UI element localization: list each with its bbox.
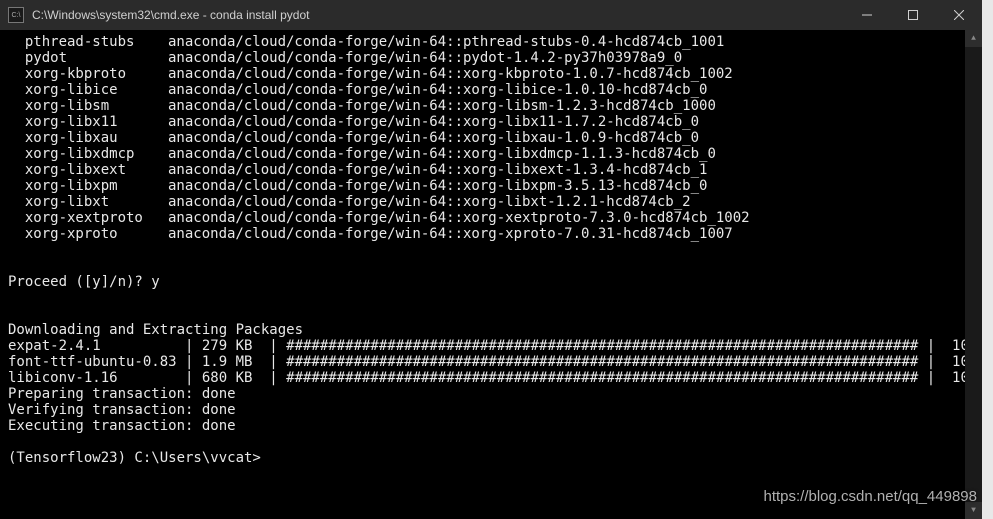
close-button[interactable]	[936, 0, 982, 30]
package-name: xorg-xproto	[8, 226, 168, 242]
close-icon	[954, 10, 964, 20]
titlebar[interactable]: C:\ C:\Windows\system32\cmd.exe - conda …	[0, 0, 982, 30]
package-name: xorg-libxdmcp	[8, 146, 168, 162]
package-source: anaconda/cloud/conda-forge/win-64::pydot…	[168, 50, 682, 66]
watermark: https://blog.csdn.net/qq_449898	[763, 488, 977, 505]
package-row: pydotanaconda/cloud/conda-forge/win-64::…	[8, 50, 957, 66]
package-source: anaconda/cloud/conda-forge/win-64::xorg-…	[168, 162, 707, 178]
terminal-output[interactable]: pthread-stubsanaconda/cloud/conda-forge/…	[0, 30, 965, 519]
package-row: pthread-stubsanaconda/cloud/conda-forge/…	[8, 34, 957, 50]
terminal-area: pthread-stubsanaconda/cloud/conda-forge/…	[0, 30, 982, 519]
minimize-icon	[862, 10, 872, 20]
window-controls	[844, 0, 982, 30]
package-name: xorg-libsm	[8, 98, 168, 114]
package-row: xorg-xextprotoanaconda/cloud/conda-forge…	[8, 210, 957, 226]
package-row: xorg-xprotoanaconda/cloud/conda-forge/wi…	[8, 226, 957, 242]
package-name: xorg-libxext	[8, 162, 168, 178]
package-source: anaconda/cloud/conda-forge/win-64::xorg-…	[168, 178, 707, 194]
package-name: xorg-kbproto	[8, 66, 168, 82]
download-row: expat-2.4.1 | 279 KB | #################…	[8, 338, 957, 354]
package-name: xorg-xextproto	[8, 210, 168, 226]
download-row: libiconv-1.16 | 680 KB | ###############…	[8, 370, 957, 386]
package-name: pydot	[8, 50, 168, 66]
package-row: xorg-libxpmanaconda/cloud/conda-forge/wi…	[8, 178, 957, 194]
package-source: anaconda/cloud/conda-forge/win-64::xorg-…	[168, 194, 691, 210]
package-row: xorg-libxdmcpanaconda/cloud/conda-forge/…	[8, 146, 957, 162]
package-row: xorg-libxauanaconda/cloud/conda-forge/wi…	[8, 130, 957, 146]
package-source: anaconda/cloud/conda-forge/win-64::xorg-…	[168, 130, 699, 146]
package-source: anaconda/cloud/conda-forge/win-64::xorg-…	[168, 82, 707, 98]
maximize-button[interactable]	[890, 0, 936, 30]
package-name: xorg-libxpm	[8, 178, 168, 194]
package-name: pthread-stubs	[8, 34, 168, 50]
package-source: anaconda/cloud/conda-forge/win-64::pthre…	[168, 34, 724, 50]
scrollbar[interactable]: ▲ ▼	[965, 30, 982, 519]
package-name: xorg-libxt	[8, 194, 168, 210]
package-name: xorg-libx11	[8, 114, 168, 130]
maximize-icon	[908, 10, 918, 20]
cmd-icon: C:\	[8, 7, 24, 23]
prompt-line[interactable]: (Tensorflow23) C:\Users\vvcat>	[8, 450, 957, 466]
package-source: anaconda/cloud/conda-forge/win-64::xorg-…	[168, 114, 699, 130]
cmd-window: C:\ C:\Windows\system32\cmd.exe - conda …	[0, 0, 982, 519]
package-row: xorg-libx11anaconda/cloud/conda-forge/wi…	[8, 114, 957, 130]
package-row: xorg-libxextanaconda/cloud/conda-forge/w…	[8, 162, 957, 178]
package-name: xorg-libice	[8, 82, 168, 98]
window-title: C:\Windows\system32\cmd.exe - conda inst…	[32, 8, 844, 22]
package-row: xorg-kbprotoanaconda/cloud/conda-forge/w…	[8, 66, 957, 82]
package-source: anaconda/cloud/conda-forge/win-64::xorg-…	[168, 146, 716, 162]
package-row: xorg-libsmanaconda/cloud/conda-forge/win…	[8, 98, 957, 114]
download-row: font-ttf-ubuntu-0.83 | 1.9 MB | ########…	[8, 354, 957, 370]
package-source: anaconda/cloud/conda-forge/win-64::xorg-…	[168, 98, 716, 114]
package-source: anaconda/cloud/conda-forge/win-64::xorg-…	[168, 226, 733, 242]
minimize-button[interactable]	[844, 0, 890, 30]
package-source: anaconda/cloud/conda-forge/win-64::xorg-…	[168, 66, 733, 82]
scroll-up-button[interactable]: ▲	[965, 30, 982, 47]
package-name: xorg-libxau	[8, 130, 168, 146]
package-row: xorg-libxtanaconda/cloud/conda-forge/win…	[8, 194, 957, 210]
package-source: anaconda/cloud/conda-forge/win-64::xorg-…	[168, 210, 750, 226]
package-row: xorg-libiceanaconda/cloud/conda-forge/wi…	[8, 82, 957, 98]
scroll-track[interactable]	[965, 47, 982, 502]
